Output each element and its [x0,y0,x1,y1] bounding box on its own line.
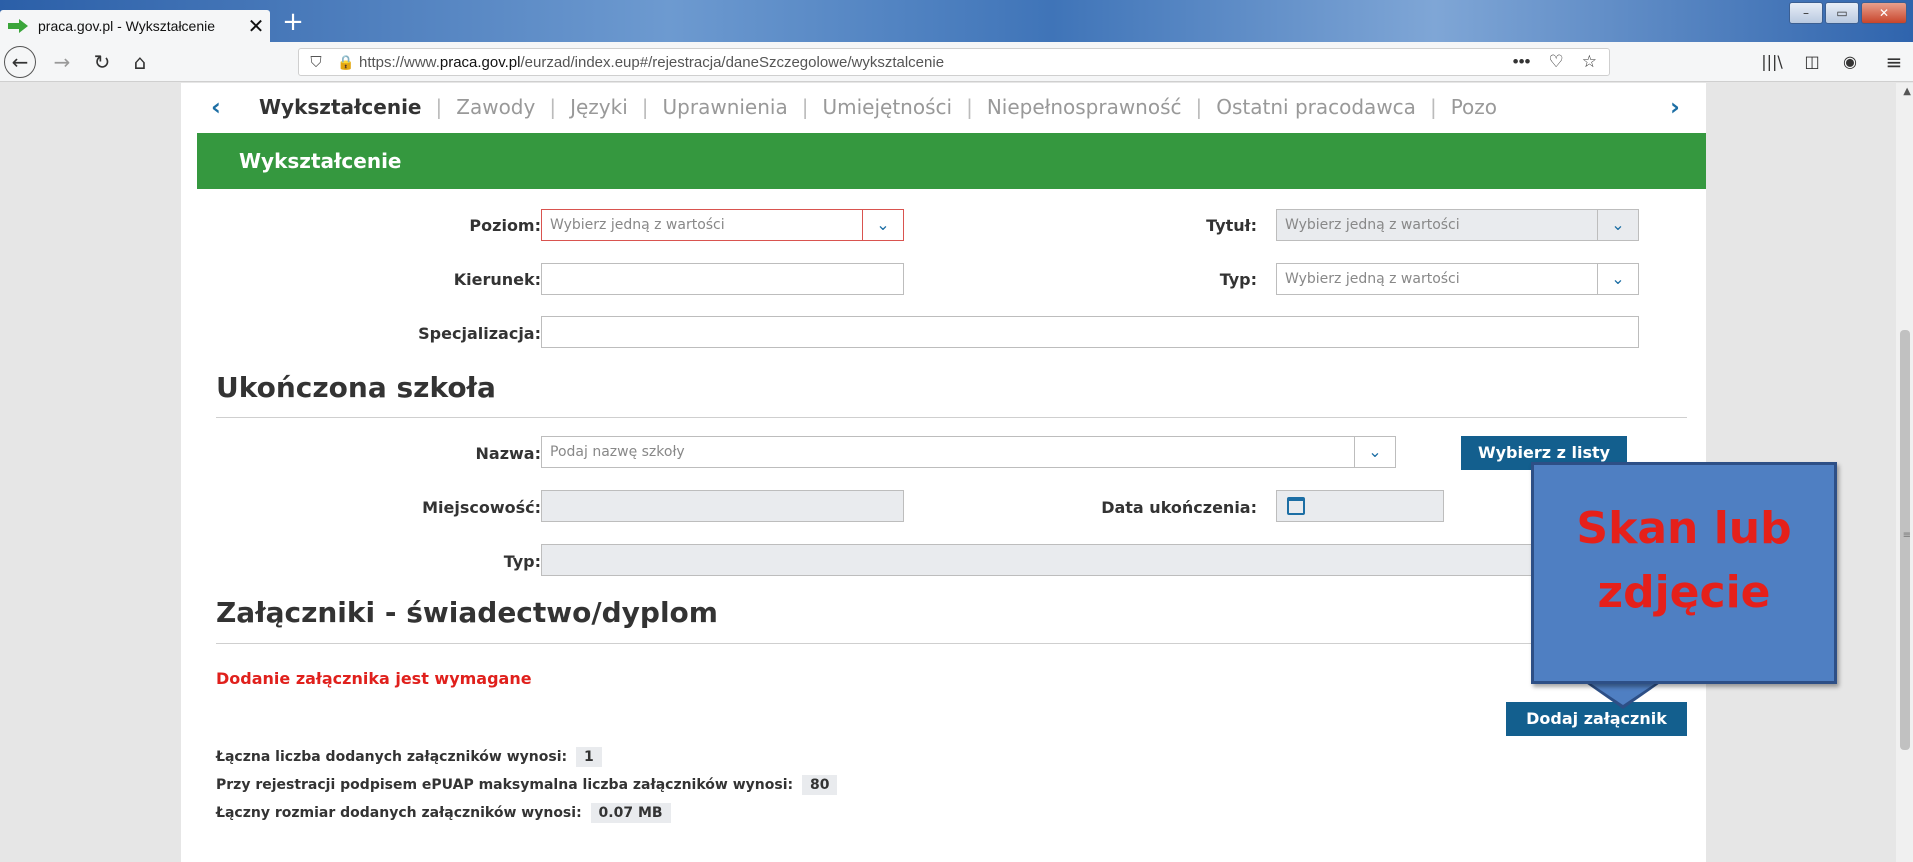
sidebar-icon[interactable]: ◫ [1798,48,1826,76]
school-name-input[interactable]: Podaj nazwę szkoły ⌄ [541,436,1396,468]
attachment-count-line: Łączna liczba dodanych załączników wynos… [216,747,602,767]
browser-titlebar: praca.gov.pl - Wykształcenie ✕ + – ▭ ✕ [0,0,1913,42]
attachment-size-value: 0.07 MB [590,803,671,823]
window-controls: – ▭ ✕ [1789,2,1907,24]
attachment-size-line: Łączny rozmiar dodanych załączników wyno… [216,803,671,823]
school-type-input[interactable] [541,544,1639,576]
specjalizacja-input[interactable] [541,316,1639,348]
step-pozostale[interactable]: Pozo [1437,95,1511,119]
divider [216,643,1687,644]
step-separator: | [549,95,557,119]
forward-arrow-icon[interactable]: → [48,48,76,76]
step-separator: | [966,95,973,119]
step-separator: | [1195,95,1203,119]
data-ukonczenia-label: Data ukończenia: [1101,498,1257,517]
callout-line-1: Skan lub [1576,503,1792,554]
tytul-label: Tytuł: [1206,216,1257,235]
minimize-button[interactable]: – [1789,2,1823,24]
attachment-count-label: Łączna liczba dodanych załączników wynos… [216,749,568,765]
side-handle-icon: ≡ [1902,530,1911,541]
specjalizacja-label: Specjalizacja: [418,324,541,343]
step-uprawnienia[interactable]: Uprawnienia [649,95,802,119]
bookmark-star-icon[interactable]: ☆ [1582,52,1597,72]
poziom-select[interactable]: Wybierz jedną z wartości ⌄ [541,209,904,241]
chevron-down-icon[interactable]: ⌄ [1597,263,1639,295]
kierunek-label: Kierunek: [453,270,541,289]
prev-step-icon[interactable]: ‹ [197,93,235,121]
nazwa-label: Nazwa: [475,444,541,463]
calendar-icon[interactable] [1287,497,1305,515]
browser-navbar: ← → ↻ ⌂ ⛉ 🔒 https://www.praca.gov.pl/eur… [0,42,1913,82]
attachment-size-label: Łączny rozmiar dodanych załączników wyno… [216,805,582,821]
attachment-max-value: 80 [801,775,838,795]
attachment-max-line: Przy rejestracji podpisem ePUAP maksymal… [216,775,838,795]
home-icon[interactable]: ⌂ [126,48,154,76]
reload-icon[interactable]: ↻ [88,48,116,76]
divider [216,417,1687,418]
new-tab-button[interactable]: + [278,8,308,38]
step-umiejetnosci[interactable]: Umiejętności [808,95,966,119]
school-heading: Ukończona szkoła [216,371,496,404]
attachment-count-value: 1 [575,747,602,767]
annotation-callout: Skan lub zdjęcie [1531,462,1837,684]
step-niepelnosprawnosc[interactable]: Niepełnosprawność [973,95,1196,119]
poziom-label: Poziom: [469,216,541,235]
step-jezyki[interactable]: Języki [556,95,642,119]
data-ukonczenia-input[interactable] [1276,490,1444,522]
attachments-heading: Załączniki - świadectwo/dyplom [216,596,718,629]
next-step-icon[interactable]: › [1656,93,1694,121]
form-card: ‹ Wykształcenie | Zawody | Języki | Upra… [181,83,1706,862]
callout-line-2: zdjęcie [1597,567,1771,618]
scroll-up-icon[interactable]: ▲ [1903,86,1911,97]
tab-close-icon[interactable]: ✕ [242,14,270,38]
tytul-select[interactable]: Wybierz jedną z wartości ⌄ [1276,209,1639,241]
miejscowosc-input[interactable] [541,490,904,522]
more-actions-icon[interactable]: ••• [1513,52,1531,72]
callout-pointer-fill [1587,681,1659,705]
step-separator: | [1429,95,1437,119]
kierunek-input[interactable] [541,263,904,295]
maximize-button[interactable]: ▭ [1825,2,1859,24]
browser-tab[interactable]: praca.gov.pl - Wykształcenie ✕ [0,10,270,42]
chevron-down-icon[interactable]: ⌄ [862,209,904,241]
required-message: Dodanie załącznika jest wymagane [216,669,532,688]
tab-title: praca.gov.pl - Wykształcenie [38,18,216,34]
menu-icon[interactable]: ≡ [1880,48,1908,76]
lock-icon: 🔒 [337,53,355,70]
step-separator: | [641,95,649,119]
pocket-icon[interactable]: ♡ [1549,52,1564,72]
step-separator: | [801,95,809,119]
step-ostatni-pracodawca[interactable]: Ostatni pracodawca [1202,95,1430,119]
account-icon[interactable]: ◉ [1836,48,1864,76]
tytul-placeholder: Wybierz jedną z wartości [1285,217,1460,233]
typ-placeholder: Wybierz jedną z wartości [1285,271,1460,287]
step-zawody[interactable]: Zawody [442,95,549,119]
typ-label: Typ: [1219,270,1257,289]
step-separator: | [435,95,443,119]
miejscowosc-label: Miejscowość: [422,498,541,517]
url-bar[interactable]: ⛉ 🔒 https://www.praca.gov.pl/eurzad/inde… [298,48,1610,76]
library-icon[interactable]: |||\ [1758,48,1786,76]
back-arrow-icon[interactable]: ← [4,46,36,78]
chevron-down-icon[interactable]: ⌄ [1354,436,1396,468]
url-text[interactable]: https://www.praca.gov.pl/eurzad/index.eu… [359,54,1513,71]
favicon-arrow-icon [8,19,28,33]
school-name-placeholder: Podaj nazwę szkoły [550,444,685,460]
close-window-button[interactable]: ✕ [1861,2,1907,24]
shield-icon[interactable]: ⛉ [299,54,333,71]
typ-select[interactable]: Wybierz jedną z wartości ⌄ [1276,263,1639,295]
chevron-down-icon[interactable]: ⌄ [1597,209,1639,241]
poziom-placeholder: Wybierz jedną z wartości [550,217,725,233]
step-wyksztalcenie[interactable]: Wykształcenie [245,95,436,119]
school-type-label: Typ: [503,552,541,571]
attachment-max-label: Przy rejestracji podpisem ePUAP maksymal… [216,777,794,793]
step-navigation: ‹ Wykształcenie | Zawody | Języki | Upra… [181,83,1706,131]
section-header: Wykształcenie [197,133,1706,189]
